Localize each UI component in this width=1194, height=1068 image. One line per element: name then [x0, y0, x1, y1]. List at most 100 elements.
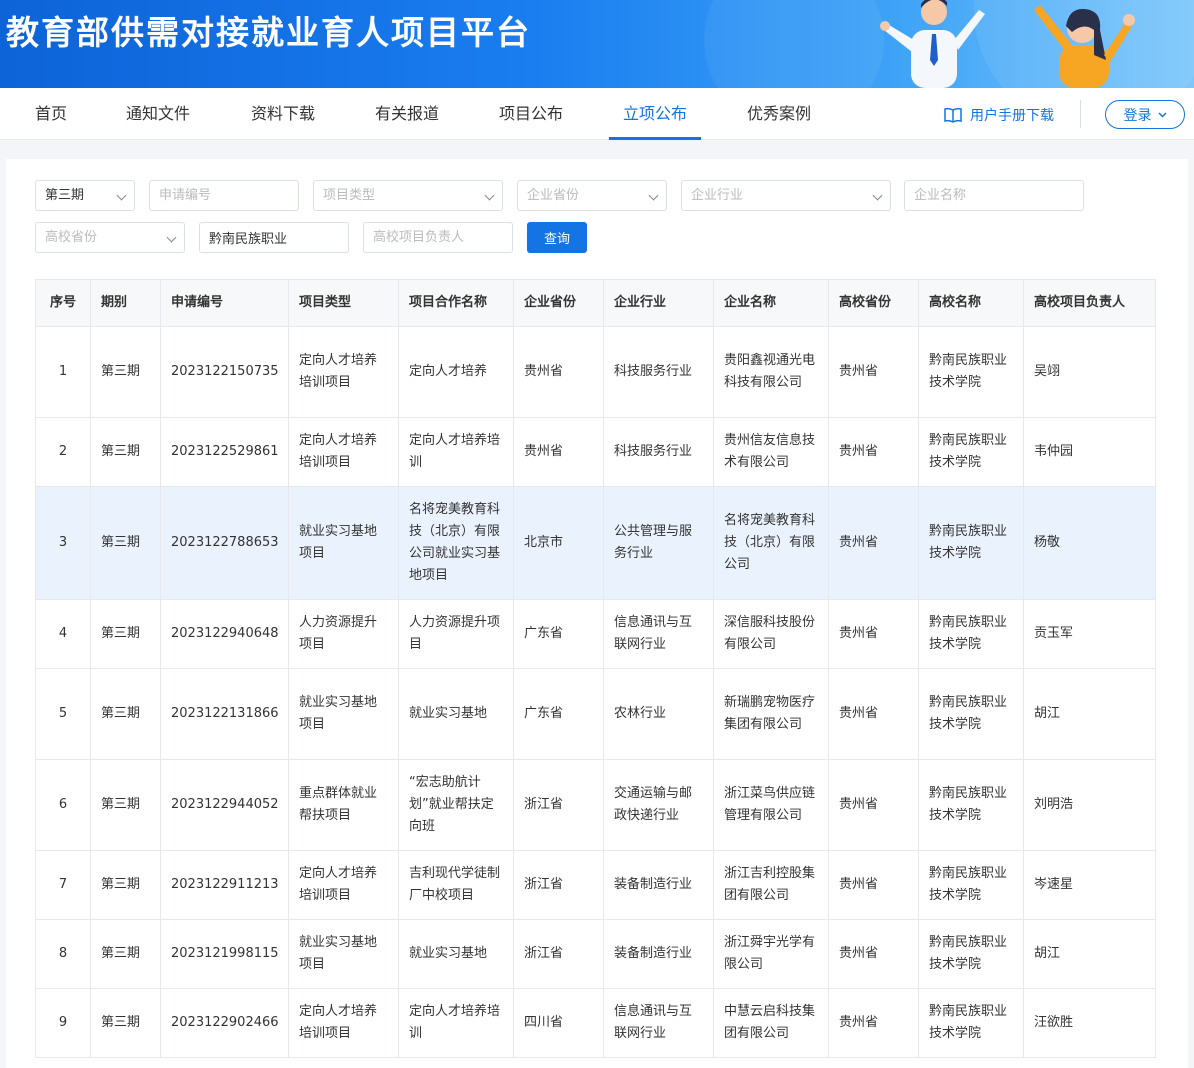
cell-company-name: 浙江舜宇光学有限公司: [713, 919, 829, 989]
nav-item-downloads[interactable]: 资料下载: [251, 88, 315, 140]
company-industry-select[interactable]: 企业行业: [681, 180, 891, 211]
cell-school-leader: 贡玉军: [1023, 599, 1156, 669]
table-row[interactable]: 6 第三期 2023122944052 重点群体就业帮扶项目 “宏志助航计划”就业帮扶定…: [35, 759, 1156, 851]
content-panel: 第三期 项目类型 企业省份 企业行业 高校省份 查询 序号期别申请编号项目类型项…: [6, 159, 1188, 1068]
chevron-down-icon: [872, 190, 883, 201]
school-leader-input[interactable]: [363, 222, 513, 253]
company-province-select[interactable]: 企业省份: [517, 180, 667, 211]
cell-school-name: 黔南民族职业技术学院: [918, 599, 1024, 669]
table-row[interactable]: 2 第三期 2023122529861 定向人才培养培训项目 定向人才培养培训 贵州省 科技…: [35, 417, 1156, 487]
cell-company-industry: 科技服务行业: [603, 326, 714, 418]
cell-school-name: 黔南民族职业技术学院: [918, 668, 1024, 760]
book-icon: [944, 107, 962, 123]
cell-index: 5: [35, 668, 91, 760]
cell-company-province: 浙江省: [513, 850, 604, 920]
nav-item-notices[interactable]: 通知文件: [126, 88, 190, 140]
cell-school-leader: 汪欲胜: [1023, 988, 1156, 1058]
cell-school-name: 黔南民族职业技术学院: [918, 759, 1024, 851]
cell-period: 第三期: [90, 417, 161, 487]
chevron-down-icon: [648, 190, 659, 201]
nav-item-reports[interactable]: 有关报道: [375, 88, 439, 140]
column-header-school-province: 高校省份: [828, 279, 919, 327]
cell-coop-name: 人力资源提升项目: [398, 599, 514, 669]
cell-project-type: 重点群体就业帮扶项目: [288, 759, 399, 851]
cell-index: 4: [35, 599, 91, 669]
table-row[interactable]: 5 第三期 2023122131866 就业实习基地项目 就业实习基地 广东省 农林行业 新瑞…: [35, 668, 1156, 760]
cell-index: 3: [35, 486, 91, 600]
cell-project-type: 就业实习基地项目: [288, 486, 399, 600]
school-province-select[interactable]: 高校省份: [35, 222, 185, 253]
project-type-select[interactable]: 项目类型: [313, 180, 503, 211]
column-header-school-name: 高校名称: [918, 279, 1024, 327]
table-header-row: 序号 期别 申请编号 项目类型 项目合作名称 企业省份 企业行业 企业名称 高校省份 高校名称 高校…: [35, 279, 1156, 327]
cell-school-name: 黔南民族职业技术学院: [918, 988, 1024, 1058]
cell-school-name: 黔南民族职业技术学院: [918, 417, 1024, 487]
cell-company-industry: 装备制造行业: [603, 850, 714, 920]
cell-school-name: 黔南民族职业技术学院: [918, 326, 1024, 418]
cell-school-name: 黔南民族职业技术学院: [918, 919, 1024, 989]
cell-apply-no: 2023122788653: [160, 486, 289, 600]
manual-download-label: 用户手册下载: [970, 108, 1054, 124]
period-select[interactable]: 第三期: [35, 180, 135, 211]
apply-no-input[interactable]: [149, 180, 299, 211]
cell-school-province: 贵州省: [828, 417, 919, 487]
cell-project-type: 定向人才培养培训项目: [288, 417, 399, 487]
table-row[interactable]: 3 第三期 2023122788653 就业实习基地项目 名将宠美教育科技（北京）有限公…: [35, 486, 1156, 600]
cell-project-type: 就业实习基地项目: [288, 919, 399, 989]
cell-apply-no: 2023122131866: [160, 668, 289, 760]
column-header-company-province: 企业省份: [513, 279, 604, 327]
cell-school-province: 贵州省: [828, 919, 919, 989]
cell-company-province: 贵州省: [513, 326, 604, 418]
cell-school-province: 贵州省: [828, 759, 919, 851]
site-title: 教育部供需对接就业育人项目平台: [6, 13, 531, 52]
cell-period: 第三期: [90, 988, 161, 1058]
cell-company-industry: 公共管理与服务行业: [603, 486, 714, 600]
cell-company-name: 浙江吉利控股集团有限公司: [713, 850, 829, 920]
cell-apply-no: 2023122940648: [160, 599, 289, 669]
cell-period: 第三期: [90, 919, 161, 989]
table-row[interactable]: 8 第三期 2023121998115 就业实习基地项目 就业实习基地 浙江省 装备制造行业…: [35, 919, 1156, 989]
cell-period: 第三期: [90, 599, 161, 669]
cell-coop-name: 定向人才培养: [398, 326, 514, 418]
cell-coop-name: 吉利现代学徒制厂中校项目: [398, 850, 514, 920]
cell-school-leader: 吴翊: [1023, 326, 1156, 418]
cell-apply-no: 2023121998115: [160, 919, 289, 989]
main-nav: 首页 通知文件 资料下载 有关报道 项目公布 立项公布 优秀案例 用户手册下载 …: [0, 88, 1194, 140]
table-row[interactable]: 4 第三期 2023122940648 人力资源提升项目 人力资源提升项目 广东省 信息通讯…: [35, 599, 1156, 669]
column-header-index: 序号: [35, 279, 91, 327]
table-row[interactable]: 1 第三期 2023122150735 定向人才培养培训项目 定向人才培养 贵州省 科技服务…: [35, 326, 1156, 418]
cell-company-name: 新瑞鹏宠物医疗集团有限公司: [713, 668, 829, 760]
cell-coop-name: 就业实习基地: [398, 668, 514, 760]
cell-school-leader: 岑速星: [1023, 850, 1156, 920]
cell-school-leader: 胡江: [1023, 919, 1156, 989]
school-name-input[interactable]: [199, 222, 349, 253]
cell-coop-name: 名将宠美教育科技（北京）有限公司就业实习基地项目: [398, 486, 514, 600]
period-select-value: 第三期: [45, 188, 85, 203]
query-button[interactable]: 查询: [527, 222, 587, 253]
project-type-placeholder: 项目类型: [323, 188, 376, 203]
cell-period: 第三期: [90, 486, 161, 600]
cell-apply-no: 2023122911213: [160, 850, 289, 920]
cell-company-name: 浙江菜鸟供应链管理有限公司: [713, 759, 829, 851]
cell-company-industry: 科技服务行业: [603, 417, 714, 487]
table-row[interactable]: 9 第三期 2023122902466 定向人才培养培训项目 定向人才培养培训 四川省 信息…: [35, 988, 1156, 1058]
company-name-input[interactable]: [904, 180, 1084, 211]
cell-coop-name: 就业实习基地: [398, 919, 514, 989]
table-row[interactable]: 7 第三期 2023122911213 定向人才培养培训项目 吉利现代学徒制厂中校项目浙…: [35, 850, 1156, 920]
cell-company-name: 深信服科技股份有限公司: [713, 599, 829, 669]
cell-company-industry: 交通运输与邮政快递行业: [603, 759, 714, 851]
cell-apply-no: 2023122529861: [160, 417, 289, 487]
cell-index: 7: [35, 850, 91, 920]
cell-coop-name: 定向人才培养培训: [398, 417, 514, 487]
cell-project-type: 定向人才培养培训项目: [288, 988, 399, 1058]
login-label: 登录: [1123, 107, 1152, 124]
company-industry-placeholder: 企业行业: [691, 188, 744, 203]
login-button[interactable]: 登录: [1105, 100, 1185, 129]
manual-download-link[interactable]: 用户手册下载: [944, 105, 1054, 125]
nav-item-project-announce[interactable]: 项目公布: [499, 88, 563, 140]
nav-item-cases[interactable]: 优秀案例: [747, 88, 811, 140]
cell-company-name: 贵州信友信息技术有限公司: [713, 417, 829, 487]
nav-item-home[interactable]: 首页: [35, 88, 67, 140]
nav-item-approval-announce[interactable]: 立项公布: [623, 88, 687, 140]
banner-illustration: [704, 0, 1194, 88]
